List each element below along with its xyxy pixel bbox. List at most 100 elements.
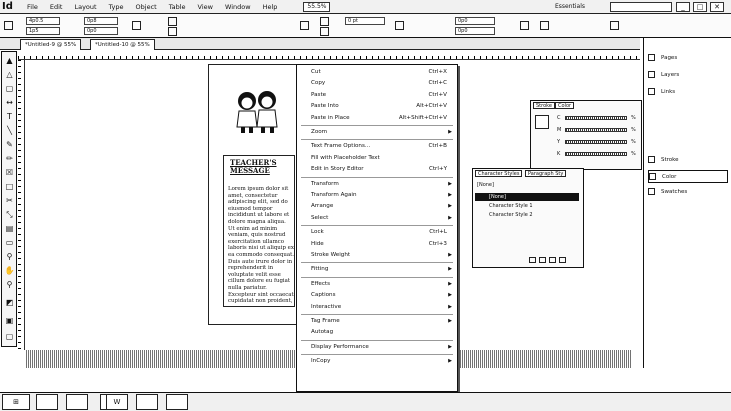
context-item-captions[interactable]: Captions ▶ [297, 290, 457, 301]
rectangle-frame-tool-icon[interactable]: ☒ [4, 168, 15, 178]
document-page[interactable]: TEACHER'S MESSAGE Lorem ipsum dolor sit … [208, 64, 300, 325]
context-item-tag-frame[interactable]: Tag Frame ▶ [297, 316, 457, 327]
fitting-icon-2[interactable] [540, 21, 549, 30]
menu-help[interactable]: Help [257, 0, 284, 14]
x-field[interactable]: 4p0.5 [26, 17, 60, 25]
direct-selection-tool-icon[interactable]: △ [4, 70, 15, 80]
note-tool-icon[interactable]: ▭ [4, 238, 15, 248]
minimize-button[interactable]: _ [676, 2, 690, 12]
cmyk-slider[interactable] [565, 152, 627, 156]
taskbar-app-1[interactable] [36, 394, 58, 410]
dock-swatches[interactable]: Swatches [648, 186, 728, 199]
start-button[interactable]: ⊞ [2, 394, 30, 410]
workspace-switcher[interactable]: Essentials [555, 2, 605, 12]
menu-edit[interactable]: Edit [44, 0, 69, 14]
menu-table[interactable]: Table [163, 0, 192, 14]
offset-field[interactable]: 0p0 [455, 17, 495, 25]
type-tool-icon[interactable]: T [4, 112, 15, 122]
rectangle-tool-icon[interactable]: □ [4, 182, 15, 192]
cmyk-slider[interactable] [565, 128, 627, 132]
text-frame[interactable]: TEACHER'S MESSAGE Lorem ipsum dolor sit … [223, 155, 295, 307]
context-item-autotag[interactable]: Autotag [297, 327, 457, 338]
rotate-icon[interactable] [168, 17, 177, 26]
context-item-stroke-weight[interactable]: Stroke Weight ▶ [297, 250, 457, 261]
tab-untitled-9[interactable]: *Untitled-9 @ 55% [20, 39, 82, 50]
taskbar-app-2[interactable] [66, 394, 88, 410]
line-tool-icon[interactable]: ╲ [4, 126, 15, 136]
context-item-select[interactable]: Select ▶ [297, 213, 457, 224]
context-item-paste-into[interactable]: Paste Into Alt+Ctrl+V [297, 101, 457, 112]
menu-object[interactable]: Object [130, 0, 163, 14]
fill-stroke-icon[interactable]: ◩ [4, 298, 15, 308]
fill-stroke-swatch-icon[interactable] [535, 115, 549, 129]
new-style-icon[interactable] [549, 257, 556, 263]
gap-tool-icon[interactable]: ↔ [4, 98, 15, 108]
page-tool-icon[interactable]: ▢ [4, 84, 15, 94]
stroke-icon[interactable] [320, 27, 329, 36]
new-style-group-icon[interactable] [529, 257, 536, 263]
fill-icon[interactable] [320, 17, 329, 26]
style-item[interactable]: [None] [475, 193, 579, 201]
context-item-paste-in-place[interactable]: Paste in Place Alt+Shift+Ctrl+V [297, 113, 457, 124]
menu-view[interactable]: View [192, 0, 219, 14]
context-item-effects[interactable]: Effects ▶ [297, 279, 457, 290]
pencil-tool-icon[interactable]: ✏ [4, 154, 15, 164]
scissors-tool-icon[interactable]: ✂ [4, 196, 15, 206]
constrain-icon[interactable] [132, 21, 141, 30]
context-item-paste[interactable]: Paste Ctrl+V [297, 90, 457, 101]
reference-point-icon[interactable] [4, 21, 13, 30]
horizontal-ruler[interactable] [18, 51, 640, 60]
vertical-ruler[interactable] [18, 60, 25, 350]
shear-icon[interactable] [168, 27, 177, 36]
fitting-icon[interactable] [520, 21, 529, 30]
view-mode-icon[interactable]: ▣ [4, 316, 15, 326]
selection-tool-icon[interactable]: ▲ [4, 56, 15, 66]
menu-window[interactable]: Window [219, 0, 257, 14]
eyedropper-tool-icon[interactable]: ⚲ [4, 252, 15, 262]
context-item-display-performance[interactable]: Display Performance ▶ [297, 342, 457, 353]
cmyk-slider[interactable] [565, 116, 627, 120]
stroke-weight-field[interactable]: 0 pt [345, 17, 385, 25]
tab-color[interactable]: Color [555, 102, 575, 109]
context-item-lock[interactable]: Lock Ctrl+L [297, 227, 457, 238]
offset-field-2[interactable]: 0p0 [455, 27, 495, 35]
zoom-level[interactable]: 55.5% [303, 1, 331, 12]
context-item-cut[interactable]: Cut Ctrl+X [297, 67, 457, 78]
context-item-zoom[interactable]: Zoom ▶ [297, 127, 457, 138]
pen-tool-icon[interactable]: ✎ [4, 140, 15, 150]
context-item-edit-in-story-editor[interactable]: Edit in Story Editor Ctrl+Y [297, 164, 457, 175]
search-input[interactable] [610, 2, 672, 12]
screen-mode-icon[interactable]: ▢ [4, 332, 15, 342]
dock-layers[interactable]: Layers [648, 69, 728, 82]
fx-icon[interactable] [395, 21, 404, 30]
tab-stroke[interactable]: Stroke [533, 102, 555, 109]
tab-paragraph-styles[interactable]: Paragraph Sty [525, 170, 567, 177]
tab-character-styles[interactable]: Character Styles [475, 170, 523, 177]
context-item-fill-with-placeholder-text[interactable]: Fill with Placeholder Text [297, 153, 457, 164]
y-field[interactable]: 1p5 [26, 27, 60, 35]
gradient-tool-icon[interactable]: ▤ [4, 224, 15, 234]
clear-overrides-icon[interactable] [539, 257, 546, 263]
taskbar-app-5[interactable] [136, 394, 158, 410]
dock-stroke[interactable]: Stroke [648, 154, 728, 167]
context-item-interactive[interactable]: Interactive ▶ [297, 302, 457, 313]
menu-type[interactable]: Type [103, 0, 130, 14]
style-item[interactable]: Character Style 2 [475, 211, 579, 219]
context-item-text-frame-options[interactable]: Text Frame Options... Ctrl+B [297, 141, 457, 152]
dock-color[interactable]: Color [648, 170, 728, 183]
context-item-copy[interactable]: Copy Ctrl+C [297, 78, 457, 89]
hand-tool-icon[interactable]: ✋ [4, 266, 15, 276]
w-field[interactable]: 0p8 [84, 17, 118, 25]
menu-layout[interactable]: Layout [68, 0, 102, 14]
context-item-arrange[interactable]: Arrange ▶ [297, 201, 457, 212]
close-button[interactable]: ✕ [710, 2, 724, 12]
taskbar-word[interactable]: W [106, 394, 128, 410]
cmyk-slider[interactable] [565, 140, 627, 144]
free-transform-tool-icon[interactable]: ⤡ [4, 210, 15, 220]
taskbar-app-6[interactable] [166, 394, 188, 410]
context-item-transform-again[interactable]: Transform Again ▶ [297, 190, 457, 201]
delete-style-icon[interactable] [559, 257, 566, 263]
style-item[interactable]: Character Style 1 [475, 202, 579, 210]
context-item-transform[interactable]: Transform ▶ [297, 179, 457, 190]
context-item-hide[interactable]: Hide Ctrl+3 [297, 239, 457, 250]
